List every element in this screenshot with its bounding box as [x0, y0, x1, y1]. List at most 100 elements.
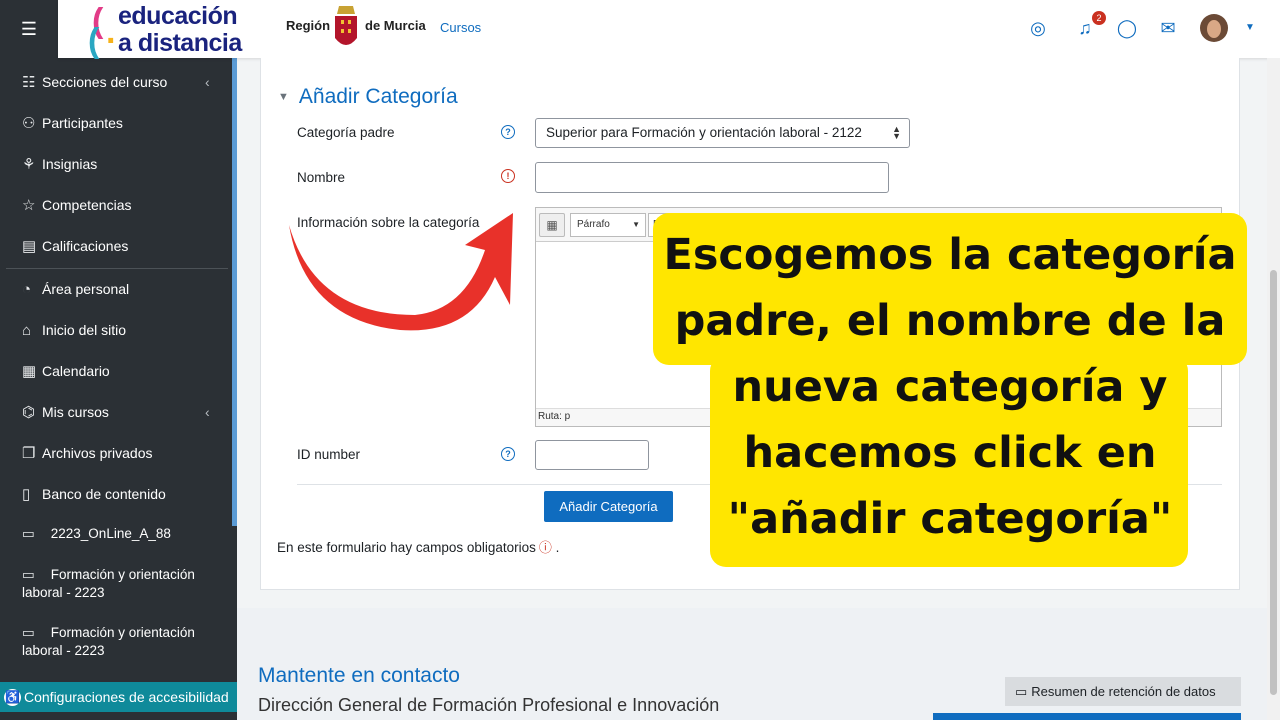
sidebar-item-label: Mis cursos	[42, 404, 109, 420]
sidebar-course-item[interactable]: ▭ 2223_OnLine_A_88	[22, 525, 222, 543]
name-input[interactable]	[535, 162, 889, 193]
sidebar-item-participantes[interactable]: ⚇ Participantes	[22, 112, 123, 134]
paragraph-format-select[interactable]: Párrafo ▼	[570, 213, 646, 237]
sidebar-item-calificaciones[interactable]: ▤ Calificaciones	[22, 235, 128, 257]
site-logo[interactable]: ( ( · educación a distancia	[88, 0, 278, 60]
sidebar-item-archivos[interactable]: ❐ Archivos privados	[22, 442, 153, 464]
name-label: Nombre	[297, 170, 346, 185]
sidebar: ☰ ☷ Secciones del curso ‹ ⚇ Participante…	[0, 0, 237, 720]
chevron-left-icon: ‹	[205, 74, 210, 90]
callout-line: nueva categoría y	[732, 362, 1168, 412]
sidebar-item-banco[interactable]: ▯ Banco de contenido	[22, 483, 166, 505]
format-label: Párrafo	[577, 219, 610, 230]
page-scrollbar[interactable]	[1267, 58, 1280, 720]
sidebar-item-label: Inicio del sitio	[42, 322, 127, 338]
page-scrollbar-thumb[interactable]	[1270, 270, 1277, 695]
sidebar-item-label: Archivos privados	[42, 445, 153, 461]
language-globe-icon[interactable]: ◎	[1027, 18, 1049, 39]
region-text: Región	[286, 18, 331, 33]
sidebar-course-item[interactable]: ▭ Formación y orientación laboral - 2223	[22, 624, 222, 660]
avatar-face	[1207, 20, 1221, 38]
sidebar-item-label: Calendario	[42, 363, 110, 379]
logo-mark-teal: (	[88, 22, 100, 60]
red-arrow-annotation	[289, 213, 513, 331]
region-text-murcia: de Murcia	[365, 18, 426, 33]
accessibility-label: Configuraciones de accesibilidad	[24, 689, 229, 705]
dropdown-arrow-icon: ▼	[632, 220, 640, 229]
sidebar-item-inicio[interactable]: ⌂ Inicio del sitio	[22, 319, 126, 341]
logo-text-line2: a distancia	[118, 29, 242, 57]
help-icon[interactable]: ?	[501, 125, 515, 139]
help-icon[interactable]: ?	[501, 447, 515, 461]
courses-link[interactable]: Cursos	[440, 20, 481, 35]
parent-category-label: Categoría padre	[297, 125, 395, 140]
sidebar-divider	[6, 268, 228, 269]
dashboard-icon: ◔	[22, 280, 32, 298]
toolbar-toggle-button[interactable]: ▦	[539, 213, 565, 237]
cap-icon: ⌬	[22, 404, 36, 421]
parent-category-select[interactable]: Superior para Formación y orientación la…	[535, 118, 910, 148]
calendar-icon: ▦	[22, 363, 37, 380]
sidebar-item-label: Participantes	[42, 115, 123, 131]
callout-text: Escogemos la categoría padre, el nombre …	[653, 222, 1247, 552]
sidebar-item-area-personal[interactable]: ◔ Área personal	[22, 278, 129, 300]
top-navbar: ( ( · educación a distancia Región de Mu…	[58, 0, 1280, 60]
mail-icon[interactable]: ✉	[1157, 18, 1179, 39]
star-icon: ☆	[22, 197, 36, 214]
idnumber-input[interactable]	[535, 440, 649, 470]
course-label: 2223_OnLine_A_88	[50, 526, 171, 541]
paste-icon: ▯	[22, 486, 31, 503]
sidebar-scrollbar[interactable]	[232, 58, 237, 526]
course-label: Formación y orientación laboral - 2223	[22, 567, 195, 600]
logo-mark-yellow: ·	[106, 22, 118, 60]
idnumber-label: ID number	[297, 447, 361, 462]
sidebar-item-label: Calificaciones	[42, 238, 129, 254]
callout-line: padre, el nombre de la	[674, 296, 1226, 346]
list-icon: ☷	[22, 74, 36, 91]
section-title: Añadir Categoría	[298, 85, 458, 108]
chevron-down-icon[interactable]: ▼	[1245, 22, 1255, 33]
folder-icon: ▭	[22, 526, 35, 541]
badge-icon: ⚘	[22, 156, 36, 173]
select-arrows-icon: ▲ ▼	[892, 124, 901, 141]
required-note-end: .	[555, 540, 560, 555]
sidebar-course-item[interactable]: ▭ Formación y orientación laboral - 2223	[22, 566, 222, 602]
messages-chat-icon[interactable]: ◯	[1116, 18, 1138, 39]
menu-toggle-button[interactable]: ☰	[0, 0, 58, 58]
sidebar-item-secciones[interactable]: ☷ Secciones del curso ‹	[22, 71, 210, 93]
parent-category-value: Superior para Formación y orientación la…	[546, 125, 862, 140]
users-icon: ⚇	[22, 115, 36, 132]
sidebar-item-label: Insignias	[42, 156, 98, 172]
accessibility-icon: ♿	[4, 688, 21, 706]
sidebar-item-competencias[interactable]: ☆ Competencias	[22, 194, 132, 216]
contact-title: Mantente en contacto	[258, 664, 460, 687]
footer-blue-bar	[933, 713, 1241, 720]
required-icon: !	[501, 169, 515, 183]
required-fields-note: En este formulario hay campos obligatori…	[277, 537, 559, 556]
folder-icon: ▭	[22, 625, 35, 640]
sidebar-item-insignias[interactable]: ⚘ Insignias	[22, 153, 97, 175]
sidebar-item-label: Secciones del curso	[42, 74, 168, 90]
chevron-left-icon: ‹	[205, 404, 210, 420]
sidebar-item-label: Banco de contenido	[42, 486, 166, 502]
footer-direction-text: Dirección General de Formación Profesion…	[258, 695, 720, 715]
callout-line: "añadir categoría"	[727, 494, 1173, 544]
file-icon: ❐	[22, 445, 36, 462]
required-note-text: En este formulario hay campos obligatori…	[277, 540, 536, 555]
section-header[interactable]: ▼ Añadir Categoría	[278, 85, 458, 109]
course-label: Formación y orientación laboral - 2223	[22, 625, 195, 658]
accessibility-settings-button[interactable]: ♿ Configuraciones de accesibilidad	[0, 682, 237, 712]
home-icon: ⌂	[22, 321, 32, 339]
retention-label: Resumen de retención de datos	[1031, 684, 1216, 699]
folder-icon: ▭	[22, 567, 35, 582]
sidebar-item-calendario[interactable]: ▦ Calendario	[22, 360, 110, 382]
required-icon: ⓘ	[538, 540, 552, 555]
sidebar-item-label: Área personal	[42, 281, 130, 297]
data-retention-link[interactable]: ▭ Resumen de retención de datos	[1005, 677, 1241, 706]
grades-icon: ▤	[22, 238, 37, 255]
collapse-triangle-icon: ▼	[278, 91, 289, 104]
murcia-crest-icon	[335, 6, 357, 45]
user-avatar[interactable]	[1200, 14, 1228, 42]
sidebar-item-label: Competencias	[42, 197, 132, 213]
sidebar-item-mis-cursos[interactable]: ⌬ Mis cursos ‹	[22, 401, 210, 423]
